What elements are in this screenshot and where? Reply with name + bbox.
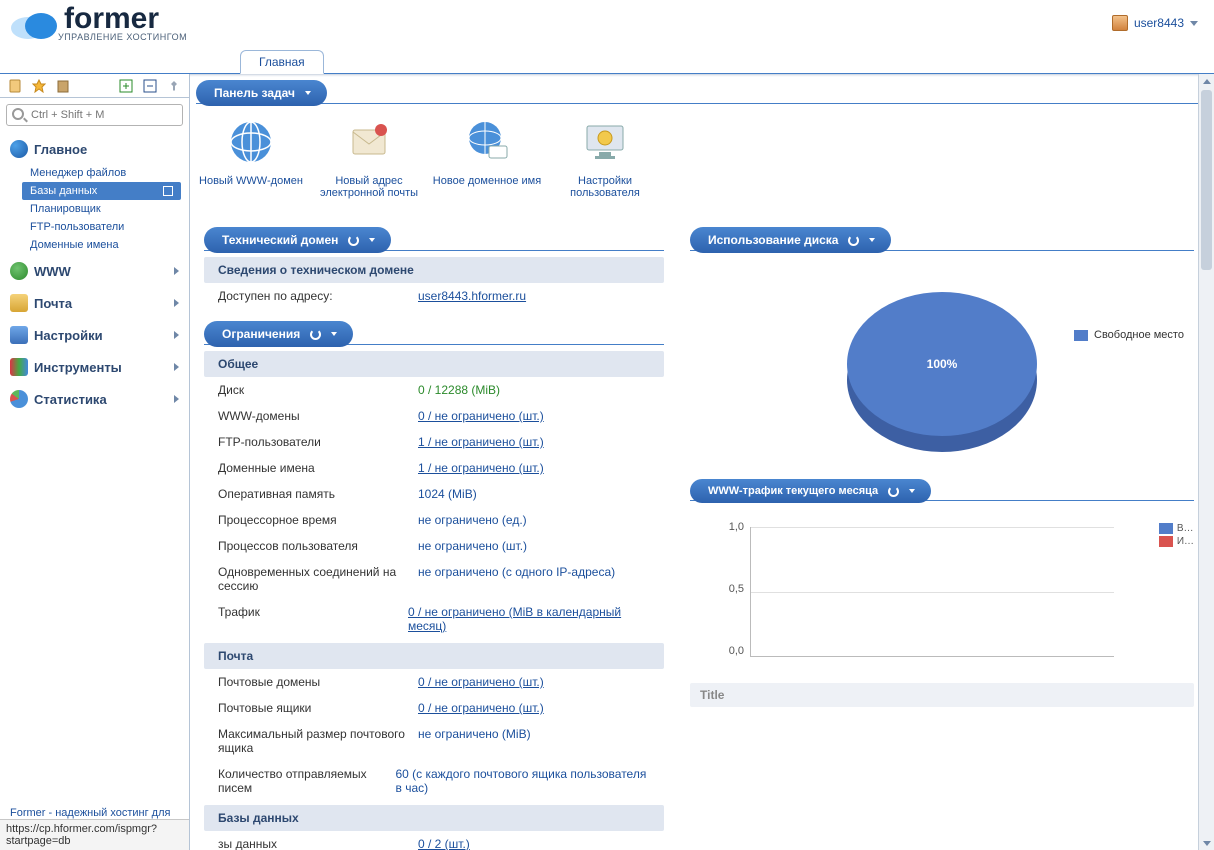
search-icon — [12, 108, 24, 120]
traffic-chart: 1,0 0,5 0,0 В… И… — [690, 507, 1194, 677]
sidebar-footer-note: Former - надежный хостинг для — [0, 801, 189, 819]
star-icon[interactable] — [32, 79, 46, 93]
panel-disk-header[interactable]: Использование диска — [690, 227, 891, 253]
panel-tasks-header[interactable]: Панель задач — [196, 80, 327, 106]
home-icon — [10, 140, 28, 158]
sidebar-item-filemgr[interactable]: Менеджер файлов — [30, 164, 189, 182]
task-new-domain[interactable]: Новое доменное имя — [432, 118, 542, 199]
techdomain-subhead: Сведения о техническом домене — [204, 257, 664, 283]
panel-limits-header[interactable]: Ограничения — [204, 321, 353, 347]
nav-stats[interactable]: Статистика — [0, 382, 189, 414]
refresh-icon[interactable] — [348, 235, 359, 246]
scroll-down-icon — [1203, 841, 1211, 846]
disk-usage-chart: 100% Свободное место — [690, 257, 1194, 467]
limit-sendrate-value: 60 (с каждого почтового ящика пользовате… — [395, 767, 650, 795]
disk-legend: Свободное место — [1074, 329, 1194, 341]
limit-maildom-value[interactable]: 0 / не ограничено (шт.) — [418, 675, 544, 689]
chevron-down-icon — [909, 489, 915, 493]
chevron-down-icon — [869, 238, 875, 242]
brand-cloud-icon — [10, 6, 58, 40]
limit-disk-value: 0 / 12288 (MiB) — [418, 383, 500, 397]
scrollbar-thumb[interactable] — [1201, 90, 1212, 270]
limit-mailsize-value: не ограничено (MiB) — [418, 727, 531, 755]
brand-tagline: УПРАВЛЕНИЕ ХОСТИНГОМ — [58, 32, 187, 42]
limit-conn-value: не ограничено (с одного IP-адреса) — [418, 565, 615, 593]
clipboard-icon[interactable] — [8, 79, 22, 93]
user-name: user8443 — [1134, 16, 1184, 30]
user-menu[interactable]: user8443 — [1112, 15, 1198, 31]
sidebar-item-ftp[interactable]: FTP-пользователи — [30, 218, 189, 236]
limit-db-value[interactable]: 0 / 2 (шт.) — [418, 837, 470, 850]
settings-icon — [10, 326, 28, 344]
traffic-title-field[interactable]: Title — [690, 683, 1194, 707]
limit-traffic-value[interactable]: 0 / не ограничено (MiB в календарный мес… — [408, 605, 650, 633]
nav-settings[interactable]: Настройки — [0, 318, 189, 350]
panel-techdomain-header[interactable]: Технический домен — [204, 227, 391, 253]
pin-icon[interactable] — [167, 79, 181, 93]
external-link-icon — [163, 186, 173, 196]
sidebar-search-input[interactable] — [6, 104, 183, 126]
chevron-down-icon — [369, 238, 375, 242]
task-new-email[interactable]: Новый адрес электронной почты — [314, 118, 424, 199]
nav-mail[interactable]: Почта — [0, 286, 189, 318]
limit-cpu-value: не ограничено (ед.) — [418, 513, 527, 527]
limits-group-mail: Почта — [204, 643, 664, 669]
globe-icon — [10, 262, 28, 280]
brand-name: former — [64, 4, 187, 34]
globe-tag-icon — [463, 118, 511, 166]
task-user-settings[interactable]: Настройки пользователя — [550, 118, 660, 199]
piechart-icon — [10, 390, 28, 408]
workspace-scrollbar[interactable] — [1198, 74, 1214, 850]
tab-main[interactable]: Главная — [240, 50, 324, 74]
sidebar-toolbar — [0, 74, 189, 98]
limit-domains-value[interactable]: 1 / не ограничено (шт.) — [418, 461, 544, 475]
techdomain-addr-link[interactable]: user8443.hformer.ru — [418, 289, 526, 303]
status-bar-url: https://cp.hformer.com/ispmgr?startpage=… — [0, 819, 189, 850]
limits-group-general: Общее — [204, 351, 664, 377]
sidebar-item-databases[interactable]: Базы данных — [22, 182, 181, 200]
chevron-down-icon — [1190, 21, 1198, 26]
panel-traffic-header[interactable]: WWW-трафик текущего месяца — [690, 479, 931, 503]
nav-www[interactable]: WWW — [0, 254, 189, 286]
monitor-gear-icon — [581, 118, 629, 166]
limits-group-db: Базы данных — [204, 805, 664, 831]
limit-ftp-value[interactable]: 1 / не ограничено (шт.) — [418, 435, 544, 449]
scroll-up-icon — [1203, 79, 1211, 84]
nav-tools[interactable]: Инструменты — [0, 350, 189, 382]
chevron-down-icon — [331, 332, 337, 336]
globe-plus-icon — [227, 118, 275, 166]
tools-icon — [10, 358, 28, 376]
chevron-down-icon — [305, 91, 311, 95]
avatar-icon — [1112, 15, 1128, 31]
limit-procs-value: не ограничено (шт.) — [418, 539, 527, 553]
limit-mailbox-value[interactable]: 0 / не ограничено (шт.) — [418, 701, 544, 715]
limit-www-value[interactable]: 0 / не ограничено (шт.) — [418, 409, 544, 423]
envelope-icon — [345, 118, 393, 166]
task-new-www-domain[interactable]: Новый WWW-домен — [196, 118, 306, 199]
minus-square-icon[interactable] — [143, 79, 157, 93]
paste-icon[interactable] — [56, 79, 70, 93]
plus-square-icon[interactable] — [119, 79, 133, 93]
mail-icon — [10, 294, 28, 312]
refresh-icon[interactable] — [848, 235, 859, 246]
sidebar-item-domains[interactable]: Доменные имена — [30, 236, 189, 254]
limit-ram-value: 1024 (MiB) — [418, 487, 477, 501]
nav-main[interactable]: Главное — [0, 132, 189, 164]
techdomain-addr-label: Доступен по адресу: — [218, 289, 418, 303]
refresh-icon[interactable] — [888, 486, 899, 497]
sidebar-item-scheduler[interactable]: Планировщик — [30, 200, 189, 218]
refresh-icon[interactable] — [310, 329, 321, 340]
